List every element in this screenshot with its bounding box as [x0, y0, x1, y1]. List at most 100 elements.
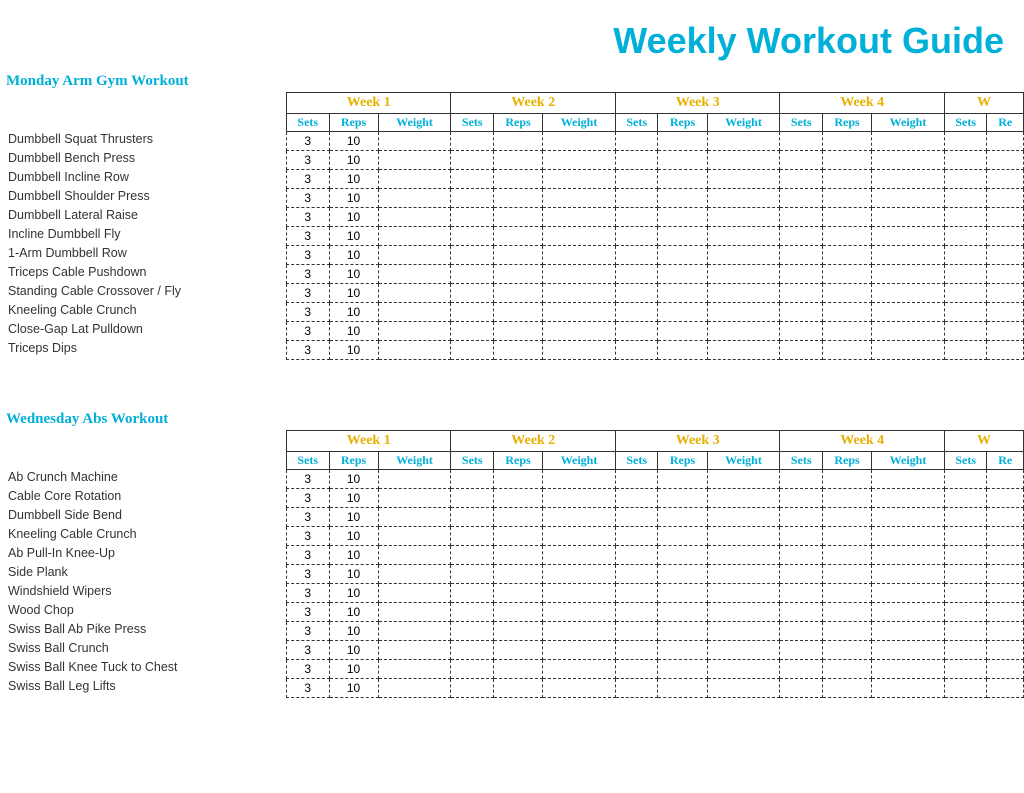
cell-r11-w0-sets[interactable]: 3	[287, 679, 330, 698]
cell-r0-w0-reps[interactable]: 10	[329, 470, 378, 489]
cell-r10-w4-sets[interactable]	[944, 322, 987, 341]
cell-r11-w0-weight[interactable]	[378, 679, 451, 698]
cell-r0-w0-sets[interactable]: 3	[287, 132, 330, 151]
cell-r0-w2-sets[interactable]	[615, 470, 658, 489]
cell-r5-w1-weight[interactable]	[543, 565, 616, 584]
cell-r5-w3-weight[interactable]	[872, 227, 945, 246]
cell-r6-w3-sets[interactable]	[780, 584, 823, 603]
cell-r7-w2-sets[interactable]	[615, 265, 658, 284]
cell-r0-w1-reps[interactable]	[493, 132, 542, 151]
cell-r5-w3-reps[interactable]	[822, 565, 871, 584]
cell-r2-w1-reps[interactable]	[493, 170, 542, 189]
cell-r10-w3-weight[interactable]	[872, 660, 945, 679]
cell-r3-w4-sets[interactable]	[944, 527, 987, 546]
cell-r10-w0-reps[interactable]: 10	[329, 322, 378, 341]
cell-r8-w2-sets[interactable]	[615, 284, 658, 303]
cell-r10-w0-weight[interactable]	[378, 322, 451, 341]
cell-r7-w1-sets[interactable]	[451, 603, 494, 622]
cell-r7-w3-weight[interactable]	[872, 265, 945, 284]
cell-r3-w2-sets[interactable]	[615, 189, 658, 208]
cell-r8-w2-reps[interactable]	[658, 284, 707, 303]
cell-r7-w3-sets[interactable]	[780, 265, 823, 284]
cell-r4-w2-sets[interactable]	[615, 546, 658, 565]
cell-r7-w2-weight[interactable]	[707, 265, 780, 284]
cell-r10-w3-sets[interactable]	[780, 322, 823, 341]
cell-r4-w0-weight[interactable]	[378, 208, 451, 227]
cell-r10-w1-weight[interactable]	[543, 660, 616, 679]
cell-r1-w0-weight[interactable]	[378, 489, 451, 508]
cell-r1-w0-sets[interactable]: 3	[287, 489, 330, 508]
cell-r9-w4-sets[interactable]	[944, 641, 987, 660]
cell-r7-w2-weight[interactable]	[707, 603, 780, 622]
cell-r9-w4-re[interactable]	[987, 641, 1024, 660]
cell-r1-w4-sets[interactable]	[944, 151, 987, 170]
cell-r3-w2-reps[interactable]	[658, 189, 707, 208]
cell-r10-w2-weight[interactable]	[707, 322, 780, 341]
cell-r6-w1-weight[interactable]	[543, 246, 616, 265]
cell-r4-w1-reps[interactable]	[493, 546, 542, 565]
cell-r6-w0-weight[interactable]	[378, 584, 451, 603]
cell-r3-w3-sets[interactable]	[780, 527, 823, 546]
cell-r8-w3-reps[interactable]	[822, 284, 871, 303]
cell-r7-w4-re[interactable]	[987, 603, 1024, 622]
cell-r5-w0-sets[interactable]: 3	[287, 227, 330, 246]
cell-r11-w2-sets[interactable]	[615, 679, 658, 698]
cell-r11-w0-sets[interactable]: 3	[287, 341, 330, 360]
cell-r4-w0-reps[interactable]: 10	[329, 208, 378, 227]
cell-r1-w0-sets[interactable]: 3	[287, 151, 330, 170]
cell-r6-w2-sets[interactable]	[615, 246, 658, 265]
cell-r1-w3-sets[interactable]	[780, 151, 823, 170]
cell-r7-w4-re[interactable]	[987, 265, 1024, 284]
cell-r8-w0-weight[interactable]	[378, 622, 451, 641]
cell-r11-w4-sets[interactable]	[944, 679, 987, 698]
cell-r4-w1-weight[interactable]	[543, 546, 616, 565]
cell-r11-w0-reps[interactable]: 10	[329, 679, 378, 698]
cell-r8-w0-sets[interactable]: 3	[287, 284, 330, 303]
cell-r2-w2-weight[interactable]	[707, 508, 780, 527]
cell-r10-w2-weight[interactable]	[707, 660, 780, 679]
cell-r5-w2-sets[interactable]	[615, 227, 658, 246]
cell-r1-w1-reps[interactable]	[493, 151, 542, 170]
cell-r5-w4-re[interactable]	[987, 227, 1024, 246]
cell-r8-w3-sets[interactable]	[780, 622, 823, 641]
cell-r5-w0-weight[interactable]	[378, 227, 451, 246]
cell-r6-w0-sets[interactable]: 3	[287, 246, 330, 265]
cell-r8-w1-weight[interactable]	[543, 622, 616, 641]
cell-r8-w2-sets[interactable]	[615, 622, 658, 641]
cell-r2-w0-weight[interactable]	[378, 170, 451, 189]
cell-r4-w4-re[interactable]	[987, 208, 1024, 227]
cell-r1-w2-sets[interactable]	[615, 151, 658, 170]
cell-r2-w0-sets[interactable]: 3	[287, 170, 330, 189]
cell-r4-w4-re[interactable]	[987, 546, 1024, 565]
cell-r5-w1-reps[interactable]	[493, 565, 542, 584]
cell-r8-w3-weight[interactable]	[872, 622, 945, 641]
cell-r9-w1-reps[interactable]	[493, 641, 542, 660]
cell-r6-w1-weight[interactable]	[543, 584, 616, 603]
cell-r1-w3-weight[interactable]	[872, 489, 945, 508]
cell-r7-w0-weight[interactable]	[378, 265, 451, 284]
cell-r2-w3-reps[interactable]	[822, 508, 871, 527]
cell-r7-w4-sets[interactable]	[944, 265, 987, 284]
cell-r1-w2-sets[interactable]	[615, 489, 658, 508]
cell-r9-w1-sets[interactable]	[451, 641, 494, 660]
cell-r8-w4-sets[interactable]	[944, 622, 987, 641]
cell-r0-w4-re[interactable]	[987, 132, 1024, 151]
cell-r5-w3-sets[interactable]	[780, 227, 823, 246]
cell-r5-w1-reps[interactable]	[493, 227, 542, 246]
cell-r0-w3-sets[interactable]	[780, 132, 823, 151]
cell-r7-w0-sets[interactable]: 3	[287, 603, 330, 622]
cell-r6-w2-reps[interactable]	[658, 246, 707, 265]
cell-r5-w1-sets[interactable]	[451, 565, 494, 584]
cell-r3-w2-weight[interactable]	[707, 527, 780, 546]
cell-r5-w0-sets[interactable]: 3	[287, 565, 330, 584]
cell-r4-w2-sets[interactable]	[615, 208, 658, 227]
cell-r11-w3-reps[interactable]	[822, 679, 871, 698]
cell-r2-w4-re[interactable]	[987, 508, 1024, 527]
cell-r10-w1-sets[interactable]	[451, 322, 494, 341]
cell-r9-w1-sets[interactable]	[451, 303, 494, 322]
cell-r3-w2-weight[interactable]	[707, 189, 780, 208]
cell-r5-w1-sets[interactable]	[451, 227, 494, 246]
cell-r9-w4-re[interactable]	[987, 303, 1024, 322]
cell-r10-w2-reps[interactable]	[658, 322, 707, 341]
cell-r4-w1-sets[interactable]	[451, 546, 494, 565]
